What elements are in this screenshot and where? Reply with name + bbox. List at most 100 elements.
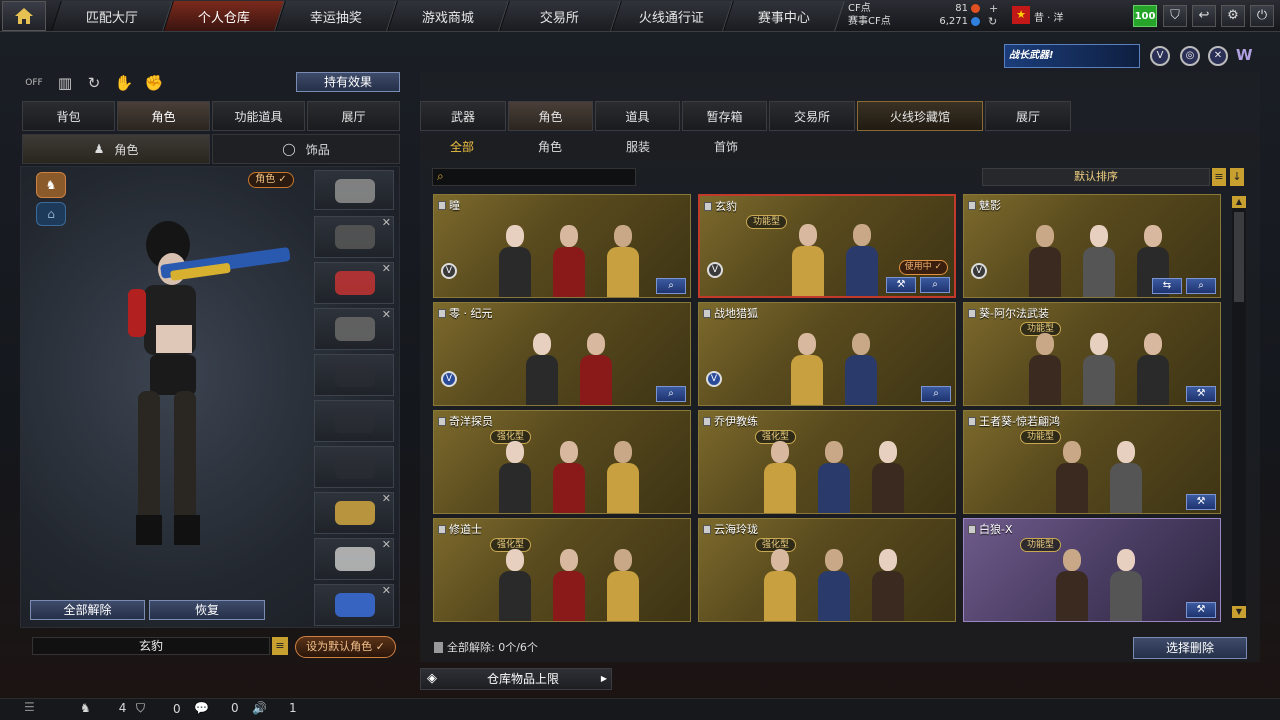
- bookmark-icon[interactable]: [438, 524, 446, 534]
- nav-tab-5[interactable]: 火线通行证: [611, 1, 733, 31]
- equip-slot-5[interactable]: [314, 400, 394, 442]
- search-button[interactable]: ⌕: [656, 278, 686, 294]
- scroll-down-icon[interactable]: ▼: [1232, 606, 1246, 618]
- right-tab-6[interactable]: 展厅: [985, 101, 1071, 131]
- gear-icon[interactable]: ⚙: [1221, 5, 1245, 27]
- search-button[interactable]: ⌕: [1186, 278, 1216, 294]
- character-card[interactable]: 瞳 V ⌕: [433, 194, 691, 298]
- user-name[interactable]: 昔 · 洋: [1034, 9, 1064, 24]
- list-view-icon[interactable]: ≡: [1212, 168, 1226, 186]
- list-icon[interactable]: ≡: [272, 637, 288, 655]
- character-card[interactable]: 零 · 纪元 V ⌕: [433, 302, 691, 406]
- nav-tab-4[interactable]: 交易所: [499, 1, 621, 31]
- swap-button[interactable]: ⇆: [1152, 278, 1182, 294]
- equip-slot-2[interactable]: ✕: [314, 262, 394, 304]
- character-card[interactable]: 白狼-X 功能型 ⚒: [963, 518, 1221, 622]
- subtab-accessory[interactable]: ◯ 饰品: [212, 134, 400, 164]
- character-card[interactable]: 乔伊教练 强化型: [698, 410, 956, 514]
- character-card[interactable]: 玄豹 功能型 V 使用中 ✓ ⚒ ⌕: [698, 194, 956, 298]
- close-icon[interactable]: ✕: [382, 538, 391, 551]
- subtab-role[interactable]: ♟ 角色: [22, 134, 210, 164]
- v-event-icon[interactable]: V: [1150, 46, 1170, 66]
- off-toggle-icon[interactable]: OFF: [24, 74, 44, 92]
- subtab-3[interactable]: 首饰: [714, 134, 738, 160]
- chart-icon[interactable]: ▥: [55, 74, 75, 92]
- wrench-button[interactable]: ⚒: [1186, 386, 1216, 402]
- equip-slot-7[interactable]: ✕: [314, 492, 394, 534]
- refresh-currency-icon[interactable]: ↻: [988, 15, 997, 28]
- bookmark-icon[interactable]: [968, 416, 976, 426]
- effects-button[interactable]: 持有效果: [296, 72, 400, 92]
- bookmark-icon[interactable]: [703, 524, 711, 534]
- equip-slot-8[interactable]: ✕: [314, 538, 394, 580]
- close-icon[interactable]: ✕: [382, 492, 391, 505]
- sort-direction-icon[interactable]: ↓: [1230, 168, 1244, 186]
- bookmark-icon[interactable]: [703, 416, 711, 426]
- menu-icon[interactable]: ☰: [24, 700, 35, 714]
- bookmark-icon[interactable]: [968, 200, 976, 210]
- subtab-2[interactable]: 服装: [626, 134, 650, 160]
- close-icon[interactable]: ✕: [382, 216, 391, 229]
- right-tab-5[interactable]: 火线珍藏馆: [857, 101, 983, 131]
- nav-tab-2[interactable]: 幸运抽奖: [275, 1, 397, 31]
- search-button[interactable]: ⌕: [656, 386, 686, 402]
- nav-tab-6[interactable]: 赛事中心: [723, 1, 845, 31]
- subtab-0[interactable]: 全部: [450, 134, 474, 160]
- nav-tab-3[interactable]: 游戏商城: [387, 1, 509, 31]
- rotate-icon[interactable]: ↻: [84, 74, 104, 92]
- sort-dropdown[interactable]: 默认排序: [982, 168, 1210, 186]
- add-currency-icon[interactable]: +: [989, 2, 998, 15]
- close-icon[interactable]: ✕: [382, 262, 391, 275]
- equip-slot-0[interactable]: [314, 170, 394, 210]
- search-button[interactable]: ⌕: [920, 277, 950, 293]
- w-logo-icon[interactable]: W: [1236, 46, 1253, 64]
- bookmark-icon[interactable]: [438, 416, 446, 426]
- wrench-button[interactable]: ⚒: [886, 277, 916, 293]
- restore-button[interactable]: 恢复: [149, 600, 265, 620]
- bookmark-icon[interactable]: [704, 201, 712, 211]
- nav-tab-1[interactable]: 个人仓库: [163, 1, 285, 31]
- globe-event-icon[interactable]: ◎: [1180, 46, 1200, 66]
- left-tab-0[interactable]: 背包: [22, 101, 115, 131]
- bookmark-icon[interactable]: [438, 308, 446, 318]
- equip-slot-3[interactable]: ✕: [314, 308, 394, 350]
- hand-icon[interactable]: ✊: [144, 74, 164, 92]
- right-tab-1[interactable]: 角色: [508, 101, 593, 131]
- select-delete-button[interactable]: 选择删除: [1133, 637, 1247, 659]
- scroll-up-icon[interactable]: ▲: [1232, 196, 1246, 208]
- bookmark-icon[interactable]: [968, 524, 976, 534]
- equip-slot-1[interactable]: ✕: [314, 216, 394, 258]
- left-tab-1[interactable]: 角色: [117, 101, 210, 131]
- event-banner[interactable]: 战长武器!: [1004, 44, 1140, 68]
- pose-icon[interactable]: ✋: [114, 74, 134, 92]
- character-card[interactable]: 奇洋探员 强化型: [433, 410, 691, 514]
- search-input[interactable]: ⌕: [432, 168, 636, 186]
- shield-icon[interactable]: ⛉: [1163, 5, 1187, 27]
- close-icon[interactable]: ✕: [382, 584, 391, 597]
- equip-slot-9[interactable]: ✕: [314, 584, 394, 626]
- right-tab-0[interactable]: 武器: [420, 101, 506, 131]
- character-card[interactable]: 葵-阿尔法武装 功能型 ⚒: [963, 302, 1221, 406]
- tools-event-icon[interactable]: ✕: [1208, 46, 1228, 66]
- search-button[interactable]: ⌕: [921, 386, 951, 402]
- character-card[interactable]: 王者葵-惊若翩鸿 功能型 ⚒: [963, 410, 1221, 514]
- nav-tab-0[interactable]: 匹配大厅: [51, 1, 173, 31]
- equip-slot-4[interactable]: [314, 354, 394, 396]
- back-icon[interactable]: ↩: [1192, 5, 1216, 27]
- bookmark-icon[interactable]: [703, 308, 711, 318]
- storage-limit-bar[interactable]: ◈ 仓库物品上限 ▶: [420, 668, 612, 690]
- power-icon[interactable]: ⏻: [1250, 5, 1274, 27]
- character-card[interactable]: 魅影 V ⇆ ⌕: [963, 194, 1221, 298]
- wrench-button[interactable]: ⚒: [1186, 494, 1216, 510]
- bookmark-icon[interactable]: [968, 308, 976, 318]
- home-button[interactable]: [2, 1, 46, 31]
- left-tab-3[interactable]: 展厅: [307, 101, 400, 131]
- close-icon[interactable]: ✕: [382, 308, 391, 321]
- vehicle-mode-icon[interactable]: ⌂: [36, 202, 66, 226]
- character-card[interactable]: 战地猎狐 V ⌕: [698, 302, 956, 406]
- right-tab-3[interactable]: 暂存箱: [682, 101, 767, 131]
- character-card[interactable]: 云海玲珑 强化型: [698, 518, 956, 622]
- wrench-button[interactable]: ⚒: [1186, 602, 1216, 618]
- scroll-thumb[interactable]: [1234, 212, 1244, 302]
- right-tab-4[interactable]: 交易所: [769, 101, 855, 131]
